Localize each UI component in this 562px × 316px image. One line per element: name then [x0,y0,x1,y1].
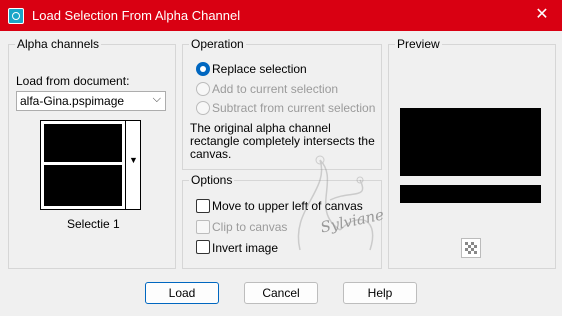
channel-thumbnail-picker[interactable]: ▼ [40,120,141,210]
selected-channel-name: Selectie 1 [67,217,120,231]
invert-image-checkbox[interactable] [196,240,210,254]
clip-to-canvas-checkbox[interactable] [196,220,210,234]
options-group-label: Options [189,173,235,187]
invert-image-label[interactable]: Invert image [212,241,278,255]
load-from-document-label: Load from document: [16,74,130,88]
preview-group-label: Preview [395,37,442,51]
document-dropdown[interactable]: alfa-Gina.pspimage ⌵ [16,91,166,111]
caret-down-icon: ▼ [129,155,138,165]
document-dropdown-value: alfa-Gina.pspimage [20,94,125,108]
load-button[interactable]: Load [145,282,219,304]
replace-selection-label[interactable]: Replace selection [212,62,307,76]
channel-thumbnail [40,120,126,210]
thumbnail-fill-top [44,124,122,162]
thumbnail-fill-bottom [44,165,122,206]
subtract-from-selection-radio[interactable] [196,101,210,115]
replace-selection-radio[interactable] [196,62,210,76]
cancel-button[interactable]: Cancel [244,282,318,304]
alpha-channels-group-label: Alpha channels [15,37,102,51]
add-to-selection-label[interactable]: Add to current selection [212,82,338,96]
operation-group-label: Operation [189,37,246,51]
checkerboard-icon-graphic [465,242,477,254]
close-button[interactable]: ✕ [530,4,554,26]
title-bar: Load Selection From Alpha Channel ✕ [0,0,562,31]
channel-dropdown-button[interactable]: ▼ [126,120,141,210]
preview-fill-bottom [400,185,541,203]
preview-fill-top [400,108,541,176]
window-title: Load Selection From Alpha Channel [32,8,241,23]
alpha-channel-app-icon [8,8,24,24]
watermark-flourish [297,155,374,251]
move-to-upper-left-checkbox[interactable] [196,199,210,213]
help-button[interactable]: Help [343,282,417,304]
chevron-down-icon: ⌵ [152,93,161,105]
subtract-from-selection-label[interactable]: Subtract from current selection [212,101,375,115]
add-to-selection-radio[interactable] [196,82,210,96]
preview-image [400,108,541,203]
checkerboard-icon[interactable] [461,238,481,258]
